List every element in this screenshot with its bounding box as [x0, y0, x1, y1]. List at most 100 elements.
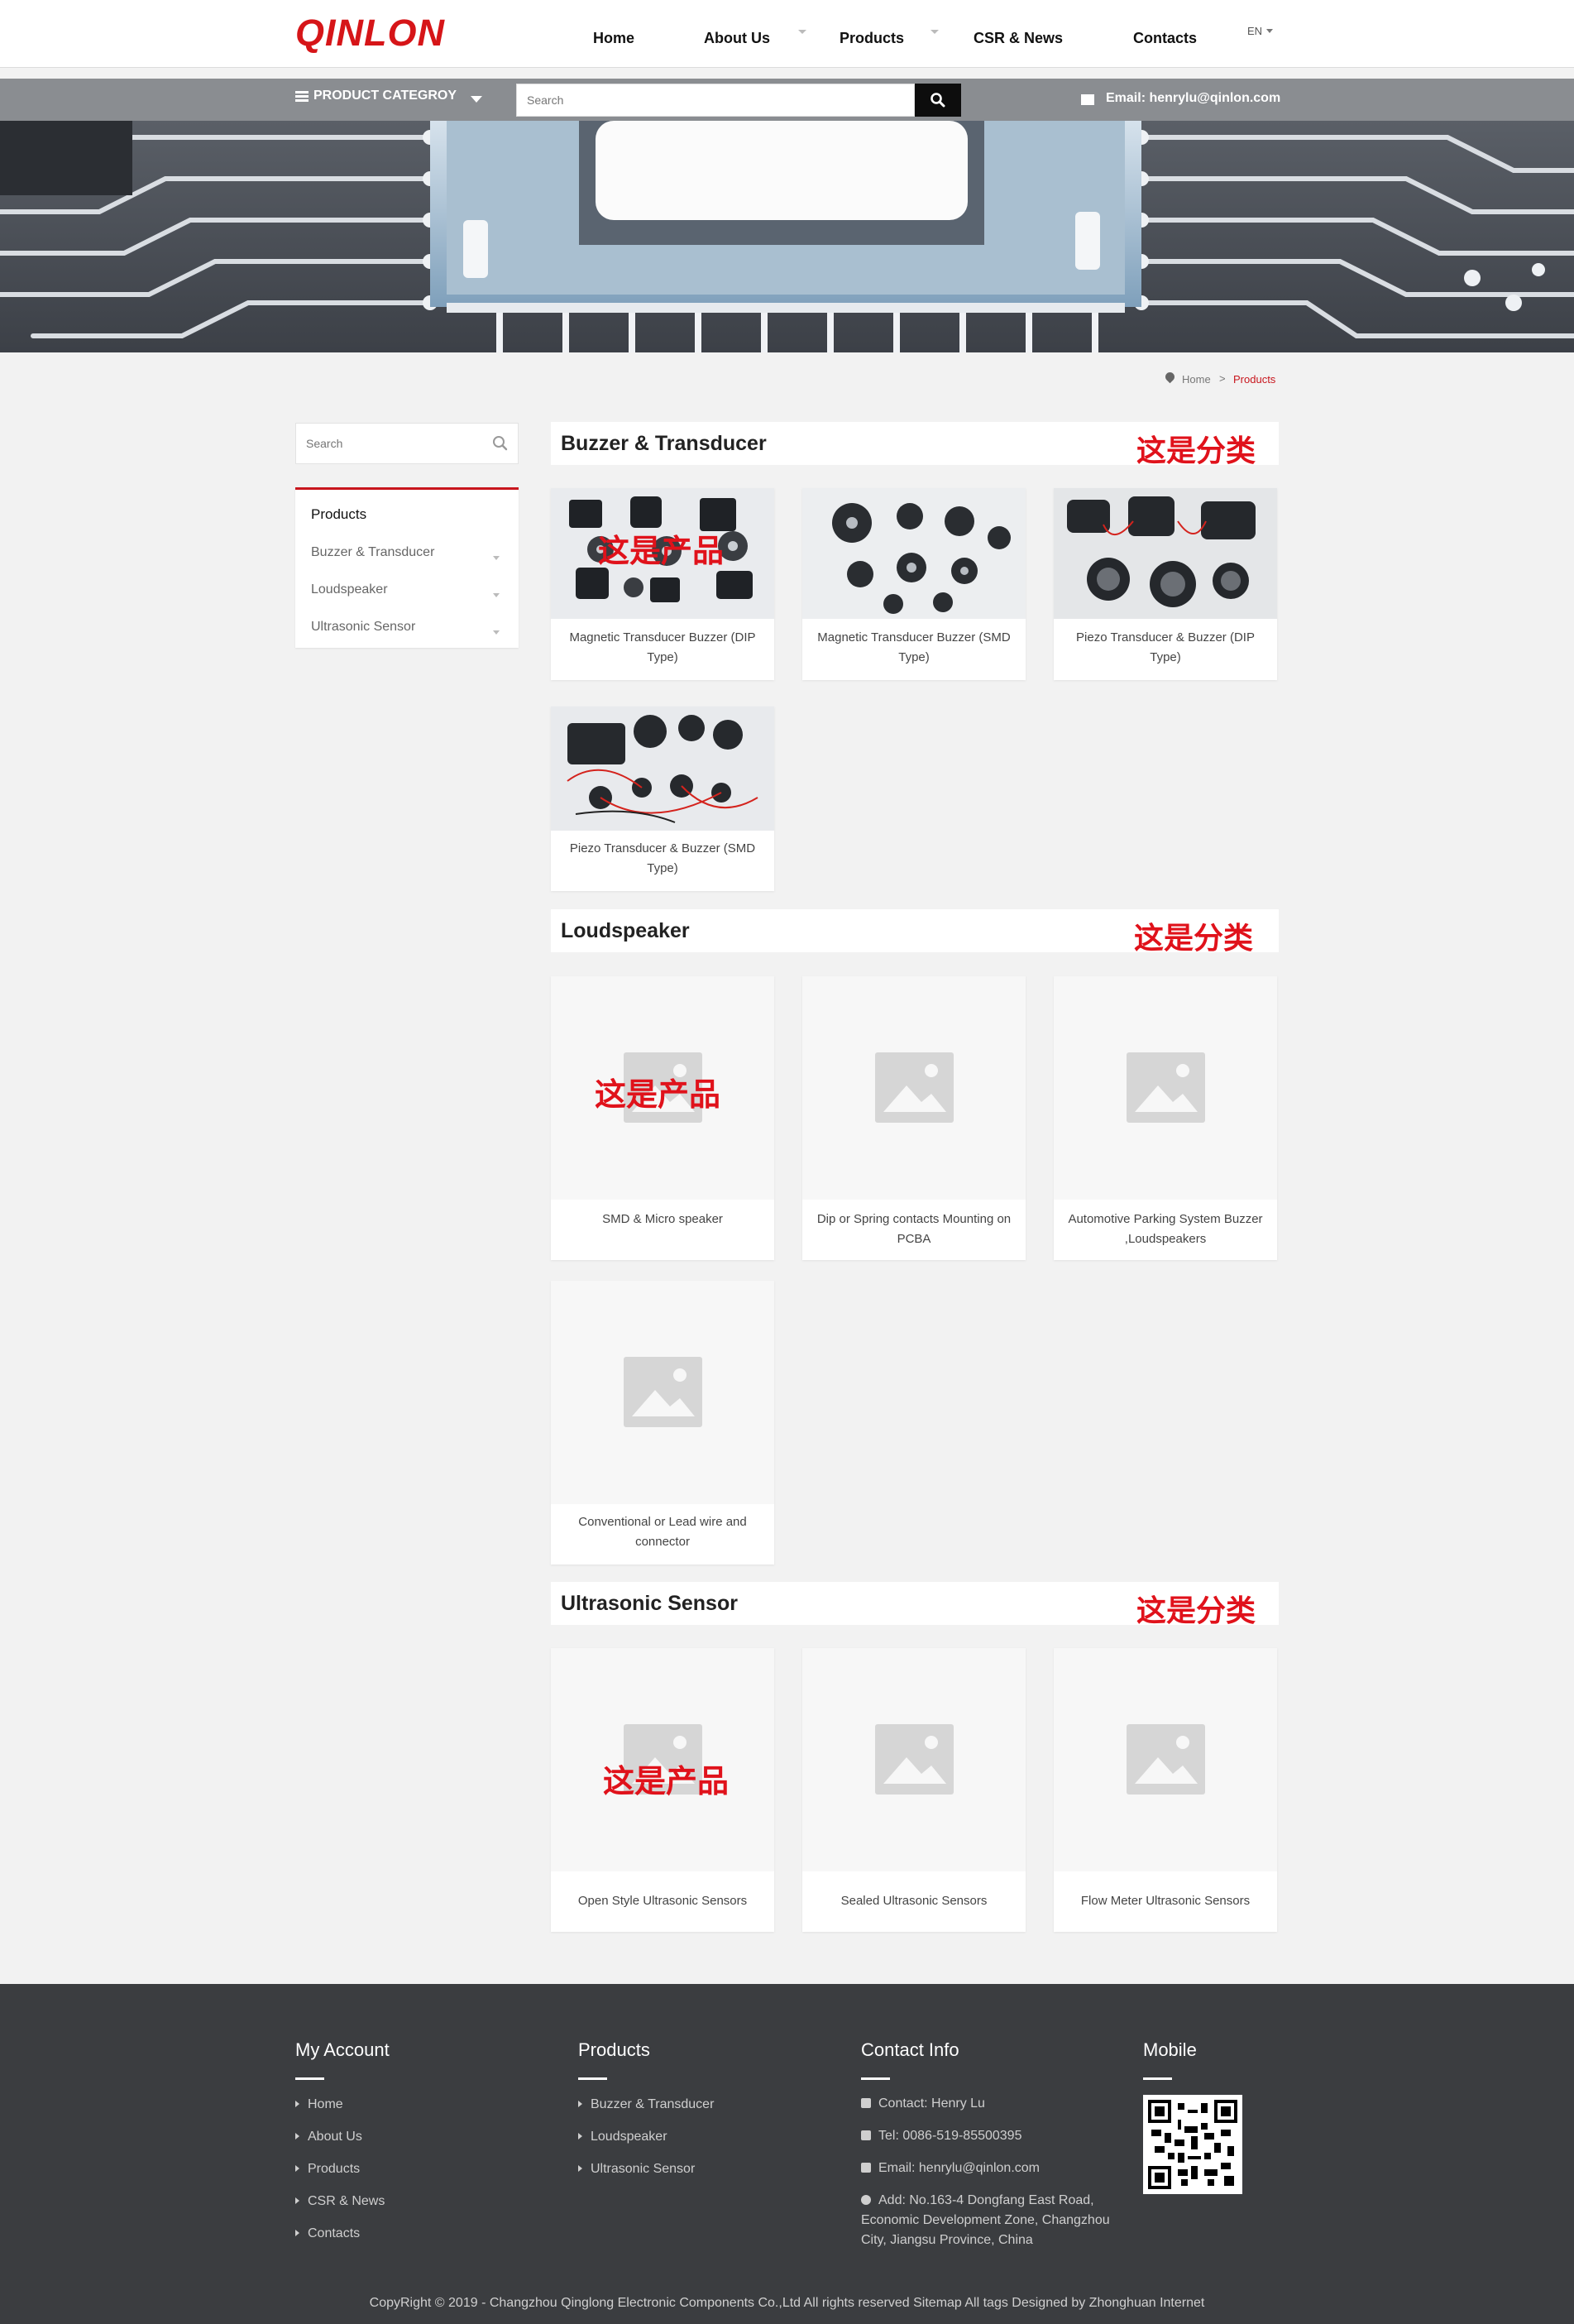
product-name[interactable]: Piezo Transducer & Buzzer (DIP Type): [1065, 628, 1265, 668]
product-card[interactable]: Automotive Parking System Buzzer ,Loudsp…: [1054, 976, 1277, 1260]
caret-right-icon: [295, 2165, 299, 2172]
section-header-loudspeaker: Loudspeaker 这是分类: [551, 909, 1279, 956]
product-card[interactable]: Sealed Ultrasonic Sensors: [802, 1648, 1026, 1932]
caret-right-icon: [578, 2165, 582, 2172]
footer-link-products[interactable]: Products: [295, 2162, 360, 2177]
product-name[interactable]: Magnetic Transducer Buzzer (DIP Type): [562, 628, 763, 668]
logo[interactable]: QINLON: [295, 12, 445, 55]
location-pin-icon: [861, 2195, 871, 2205]
image-placeholder[interactable]: [1054, 1648, 1277, 1871]
user-icon: [861, 2098, 871, 2108]
location-pin-icon: [1163, 370, 1177, 384]
footer-mobile-title: Mobile: [1143, 2039, 1197, 2060]
product-name[interactable]: Dip or Spring contacts Mounting on PCBA: [814, 1210, 1014, 1249]
nav-home[interactable]: Home: [593, 30, 634, 47]
caret-right-icon: [295, 2101, 299, 2107]
footer-link-buzzer-transducer[interactable]: Buzzer & Transducer: [578, 2097, 714, 2112]
buzzer-photo: [802, 488, 1026, 619]
product-name[interactable]: Conventional or Lead wire and connector: [562, 1512, 763, 1552]
product-card[interactable]: Dip or Spring contacts Mounting on PCBA: [802, 976, 1026, 1260]
section-header-ultrasonic-sensor: Ultrasonic Sensor 这是分类: [551, 1582, 1279, 1628]
nav-about-us[interactable]: About Us: [704, 30, 770, 47]
sidebar-category-list: Products Buzzer & Transducer Loudspeaker…: [295, 487, 519, 648]
search-icon[interactable]: [492, 435, 509, 452]
search-icon: [931, 93, 945, 108]
search-input[interactable]: [516, 84, 915, 117]
product-card[interactable]: 这是产品 SMD & Micro speaker: [551, 976, 774, 1260]
header-email[interactable]: Email: henrylu@qinlon.com: [1106, 91, 1280, 106]
image-placeholder[interactable]: [551, 1281, 774, 1504]
sidebar-item-buzzer-transducer[interactable]: Buzzer & Transducer: [311, 545, 434, 560]
nav-contacts[interactable]: Contacts: [1133, 30, 1197, 47]
product-card[interactable]: 这是产品 Open Style Ultrasonic Sensors: [551, 1648, 774, 1932]
menu-icon: [295, 90, 309, 102]
site-header: QINLON Home About Us Products CSR & News…: [0, 0, 1574, 68]
footer-link-contacts[interactable]: Contacts: [295, 2226, 360, 2241]
caret-right-icon: [295, 2133, 299, 2140]
copyright: CopyRight © 2019 - Changzhou Qinglong El…: [369, 2296, 1205, 2310]
category-annotation: 这是分类: [1136, 1594, 1256, 1628]
section-title[interactable]: Loudspeaker: [561, 919, 690, 943]
chevron-down-icon[interactable]: [493, 630, 500, 635]
footer-divider: [578, 2077, 607, 2080]
product-card[interactable]: Piezo Transducer & Buzzer (DIP Type): [1054, 488, 1277, 680]
product-name[interactable]: Open Style Ultrasonic Sensors: [562, 1891, 763, 1911]
breadcrumb-separator: >: [1219, 372, 1226, 385]
product-image[interactable]: [802, 488, 1026, 619]
category-search-bar: PRODUCT CATEGROY Email: henrylu@qinlon.c…: [0, 79, 1574, 121]
product-card[interactable]: Conventional or Lead wire and connector: [551, 1281, 774, 1565]
nav-csr-news[interactable]: CSR & News: [974, 30, 1063, 47]
product-name[interactable]: Automotive Parking System Buzzer ,Loudsp…: [1065, 1210, 1265, 1249]
footer-link-home[interactable]: Home: [295, 2097, 343, 2112]
product-image[interactable]: [551, 707, 774, 831]
image-placeholder[interactable]: [1054, 976, 1277, 1200]
footer-contact-address: Add: No.163-4 Dongfang East Road, Econom…: [861, 2193, 1110, 2247]
product-name[interactable]: Piezo Transducer & Buzzer (SMD Type): [562, 839, 763, 879]
product-name[interactable]: Magnetic Transducer Buzzer (SMD Type): [814, 628, 1014, 668]
search-button[interactable]: [915, 84, 961, 117]
section-title[interactable]: Ultrasonic Sensor: [561, 1592, 738, 1616]
product-card[interactable]: Piezo Transducer & Buzzer (SMD Type): [551, 707, 774, 891]
language-selector[interactable]: EN: [1247, 25, 1262, 37]
chevron-down-icon: [1266, 29, 1273, 33]
product-name[interactable]: Flow Meter Ultrasonic Sensors: [1065, 1891, 1265, 1911]
product-category-label: PRODUCT CATEGROY: [313, 89, 457, 103]
nav-products[interactable]: Products: [840, 30, 904, 47]
product-image[interactable]: [1054, 488, 1277, 619]
product-card[interactable]: 这是产品 Magnetic Transducer Buzzer (DIP Typ…: [551, 488, 774, 680]
circuit-board-image: [0, 121, 1574, 352]
image-placeholder-icon: [1127, 1052, 1205, 1123]
footer-link-loudspeaker[interactable]: Loudspeaker: [578, 2130, 667, 2144]
caret-right-icon: [578, 2133, 582, 2140]
footer-products-title: Products: [578, 2039, 650, 2060]
footer-divider: [861, 2077, 890, 2080]
footer-divider: [1143, 2077, 1172, 2080]
mail-icon: [861, 2163, 871, 2173]
product-card[interactable]: Flow Meter Ultrasonic Sensors: [1054, 1648, 1277, 1932]
chevron-down-icon[interactable]: [493, 593, 500, 597]
image-placeholder[interactable]: [802, 1648, 1026, 1871]
footer-contact-tel[interactable]: Tel: 0086-519-85500395: [861, 2126, 1126, 2146]
footer-contact-email[interactable]: Email: henrylu@qinlon.com: [861, 2159, 1126, 2178]
footer-link-csr-news[interactable]: CSR & News: [295, 2194, 385, 2209]
footer-contact-person: Contact: Henry Lu: [861, 2094, 1126, 2114]
image-placeholder[interactable]: [802, 976, 1026, 1200]
product-category-button[interactable]: PRODUCT CATEGROY: [295, 89, 482, 103]
footer-link-about-us[interactable]: About Us: [295, 2130, 362, 2144]
footer-link-ultrasonic-sensor[interactable]: Ultrasonic Sensor: [578, 2162, 695, 2177]
section-title[interactable]: Buzzer & Transducer: [561, 432, 767, 456]
sidebar-item-loudspeaker[interactable]: Loudspeaker: [311, 582, 388, 597]
product-annotation: 这是产品: [598, 533, 725, 569]
product-annotation: 这是产品: [595, 1076, 721, 1113]
product-name[interactable]: Sealed Ultrasonic Sensors: [814, 1891, 1014, 1911]
breadcrumb-home[interactable]: Home: [1182, 373, 1211, 386]
phone-icon: [861, 2130, 871, 2140]
product-card[interactable]: Magnetic Transducer Buzzer (SMD Type): [802, 488, 1026, 680]
sidebar-title: Products: [311, 506, 367, 522]
breadcrumb-current: Products: [1233, 373, 1276, 386]
sidebar-item-ultrasonic-sensor[interactable]: Ultrasonic Sensor: [311, 620, 415, 635]
product-name[interactable]: SMD & Micro speaker: [562, 1210, 763, 1229]
sidebar-search-input[interactable]: [295, 423, 519, 464]
chevron-down-icon[interactable]: [493, 556, 500, 560]
chevron-down-icon: [931, 30, 939, 34]
